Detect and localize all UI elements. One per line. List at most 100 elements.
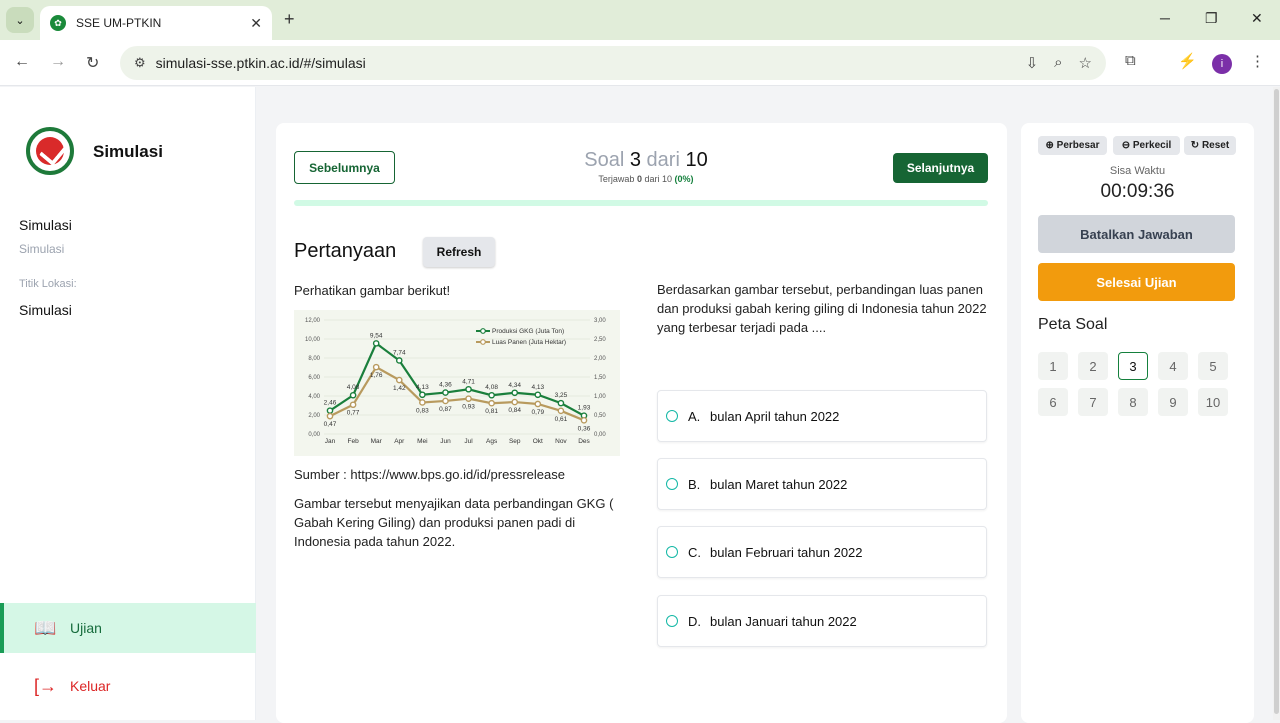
- sidebar-item-label: Keluar: [70, 678, 111, 694]
- sidebar: Simulasi Simulasi Simulasi Titik Lokasi:…: [0, 87, 256, 720]
- question-number-8[interactable]: 8: [1118, 388, 1148, 416]
- x-tick-label: Apr: [394, 438, 405, 445]
- sidebar-item-ujian[interactable]: 📖 Ujian: [0, 603, 256, 653]
- question-number-4[interactable]: 4: [1158, 352, 1188, 380]
- option-a[interactable]: A. bulan April tahun 2022: [657, 390, 987, 442]
- right-tick-label: 0,00: [594, 432, 606, 438]
- data-label: 4,08: [485, 384, 498, 391]
- profile-avatar[interactable]: i: [1212, 54, 1232, 74]
- zoom-in-button[interactable]: ⊕ Perbesar: [1038, 136, 1107, 155]
- data-point: [511, 389, 519, 397]
- radio-icon[interactable]: [666, 615, 678, 627]
- site-info-icon[interactable]: ⚙: [134, 55, 146, 71]
- data-label: 0,47: [324, 421, 337, 428]
- option-d[interactable]: D. bulan Januari tahun 2022: [657, 595, 987, 647]
- legend-label: Produksi GKG (Juta Ton): [492, 328, 564, 335]
- install-app-icon[interactable]: ⇩: [1026, 54, 1039, 72]
- radio-icon[interactable]: [666, 410, 678, 422]
- data-label: 0,83: [416, 407, 429, 414]
- data-point: [326, 412, 334, 420]
- sidebar-item-keluar[interactable]: [→ Keluar: [0, 661, 256, 711]
- data-label: 4,13: [416, 384, 429, 391]
- data-point: [488, 399, 495, 407]
- data-label: 0,61: [555, 416, 568, 423]
- browser-tab[interactable]: ✿ SSE UM-PTKIN ✕: [40, 6, 272, 40]
- data-point: [419, 391, 426, 399]
- option-c[interactable]: C. bulan Februari tahun 2022: [657, 526, 987, 578]
- browser-menu-icon[interactable]: ⋮: [1250, 52, 1265, 70]
- data-point: [326, 407, 334, 414]
- reset-button[interactable]: ↻ Reset: [1184, 136, 1236, 155]
- book-icon: 📖: [34, 617, 57, 638]
- x-tick-label: Jan: [325, 438, 336, 445]
- data-point: [372, 363, 380, 371]
- reload-icon[interactable]: ↻: [86, 53, 99, 73]
- question-number-10[interactable]: 10: [1198, 388, 1228, 416]
- data-point: [372, 340, 380, 347]
- data-point: [419, 399, 426, 406]
- question-text: Berdasarkan gambar tersebut, perbandinga…: [657, 282, 987, 335]
- question-counter: Soal 3 dari 10: [584, 149, 708, 171]
- question-number-1[interactable]: 1: [1038, 352, 1068, 380]
- question-map-title: Peta Soal: [1038, 316, 1108, 333]
- scrollbar[interactable]: [1273, 87, 1280, 720]
- data-label: 4,34: [508, 382, 521, 389]
- progress-bar: [294, 200, 988, 206]
- previous-button[interactable]: Sebelumnya: [294, 151, 395, 184]
- location-value: Simulasi: [19, 302, 72, 318]
- forward-icon[interactable]: →: [50, 53, 66, 71]
- zoom-out-button[interactable]: ⊖ Perkecil: [1113, 136, 1180, 155]
- question-number-7[interactable]: 7: [1078, 388, 1108, 416]
- radio-icon[interactable]: [666, 478, 678, 490]
- chart-image: 0,00 2,00 4,00 6,00 8,00 10,00 12,00 0,00 0,50 1,…: [294, 310, 620, 456]
- option-b[interactable]: B. bulan Maret tahun 2022: [657, 458, 987, 510]
- data-point: [534, 400, 542, 408]
- performance-icon[interactable]: ⚡: [1178, 52, 1197, 70]
- url-field[interactable]: ⚙ simulasi-sse.ptkin.ac.id/#/simulasi ⇩ …: [120, 46, 1106, 80]
- new-tab-icon[interactable]: +: [284, 9, 295, 30]
- question-number-9[interactable]: 9: [1158, 388, 1188, 416]
- line-chart: 0,002,004,006,008,0010,0012,000,000,501,…: [305, 318, 606, 445]
- finish-exam-button[interactable]: Selesai Ujian: [1038, 263, 1235, 301]
- tab-search-button[interactable]: ⌄: [6, 7, 34, 33]
- bookmark-star-icon[interactable]: ☆: [1079, 54, 1092, 72]
- description-text: Gambar tersebut menyajikan data perbandi…: [294, 496, 614, 549]
- browser-tabbar: ⌄ ✿ SSE UM-PTKIN ✕ + ─ ❐ ✕: [0, 0, 1280, 40]
- close-tab-icon[interactable]: ✕: [250, 15, 262, 32]
- data-label: 2,46: [324, 400, 337, 407]
- data-point: [442, 397, 449, 405]
- x-tick-label: Mar: [371, 438, 383, 445]
- question-number-6[interactable]: 6: [1038, 388, 1068, 416]
- data-label: 7,74: [393, 349, 406, 356]
- x-tick-label: Sep: [509, 438, 521, 445]
- back-icon[interactable]: ←: [14, 53, 30, 71]
- radio-icon[interactable]: [666, 546, 678, 558]
- answered-status: Terjawab 0 dari 10 (0%): [598, 174, 694, 184]
- refresh-button[interactable]: Refresh: [423, 237, 495, 267]
- brand-name: Simulasi: [93, 142, 163, 161]
- x-tick-label: Okt: [533, 438, 543, 445]
- question-number-5[interactable]: 5: [1198, 352, 1228, 380]
- next-button[interactable]: Selanjutnya: [893, 153, 988, 183]
- source-text: Sumber : https://www.bps.go.id/id/pressr…: [294, 467, 565, 482]
- minimize-icon[interactable]: ─: [1160, 10, 1170, 26]
- restore-icon[interactable]: ❐: [1205, 10, 1218, 27]
- left-tick-label: 6,00: [308, 375, 320, 381]
- data-point: [395, 376, 403, 384]
- question-card: Sebelumnya Soal 3 dari 10 Terjawab 0 dar…: [276, 123, 1007, 723]
- x-tick-label: Jul: [464, 438, 473, 445]
- question-number-3[interactable]: 3: [1118, 352, 1148, 380]
- extensions-icon[interactable]: ⧉: [1125, 52, 1136, 69]
- right-panel: ⊕ Perbesar ⊖ Perkecil ↻ Reset Sisa Waktu…: [1021, 123, 1254, 723]
- left-tick-label: 2,00: [308, 413, 320, 419]
- zoom-icon[interactable]: ⌕: [1054, 54, 1062, 72]
- data-point: [465, 395, 472, 402]
- data-label: 0,87: [439, 406, 452, 413]
- data-label: 4,08: [347, 384, 360, 391]
- cancel-answer-button[interactable]: Batalkan Jawaban: [1038, 215, 1235, 253]
- question-number-2[interactable]: 2: [1078, 352, 1108, 380]
- close-window-icon[interactable]: ✕: [1251, 10, 1263, 27]
- url-text: simulasi-sse.ptkin.ac.id/#/simulasi: [155, 55, 366, 71]
- left-tick-label: 12,00: [305, 318, 321, 324]
- data-point: [488, 391, 495, 399]
